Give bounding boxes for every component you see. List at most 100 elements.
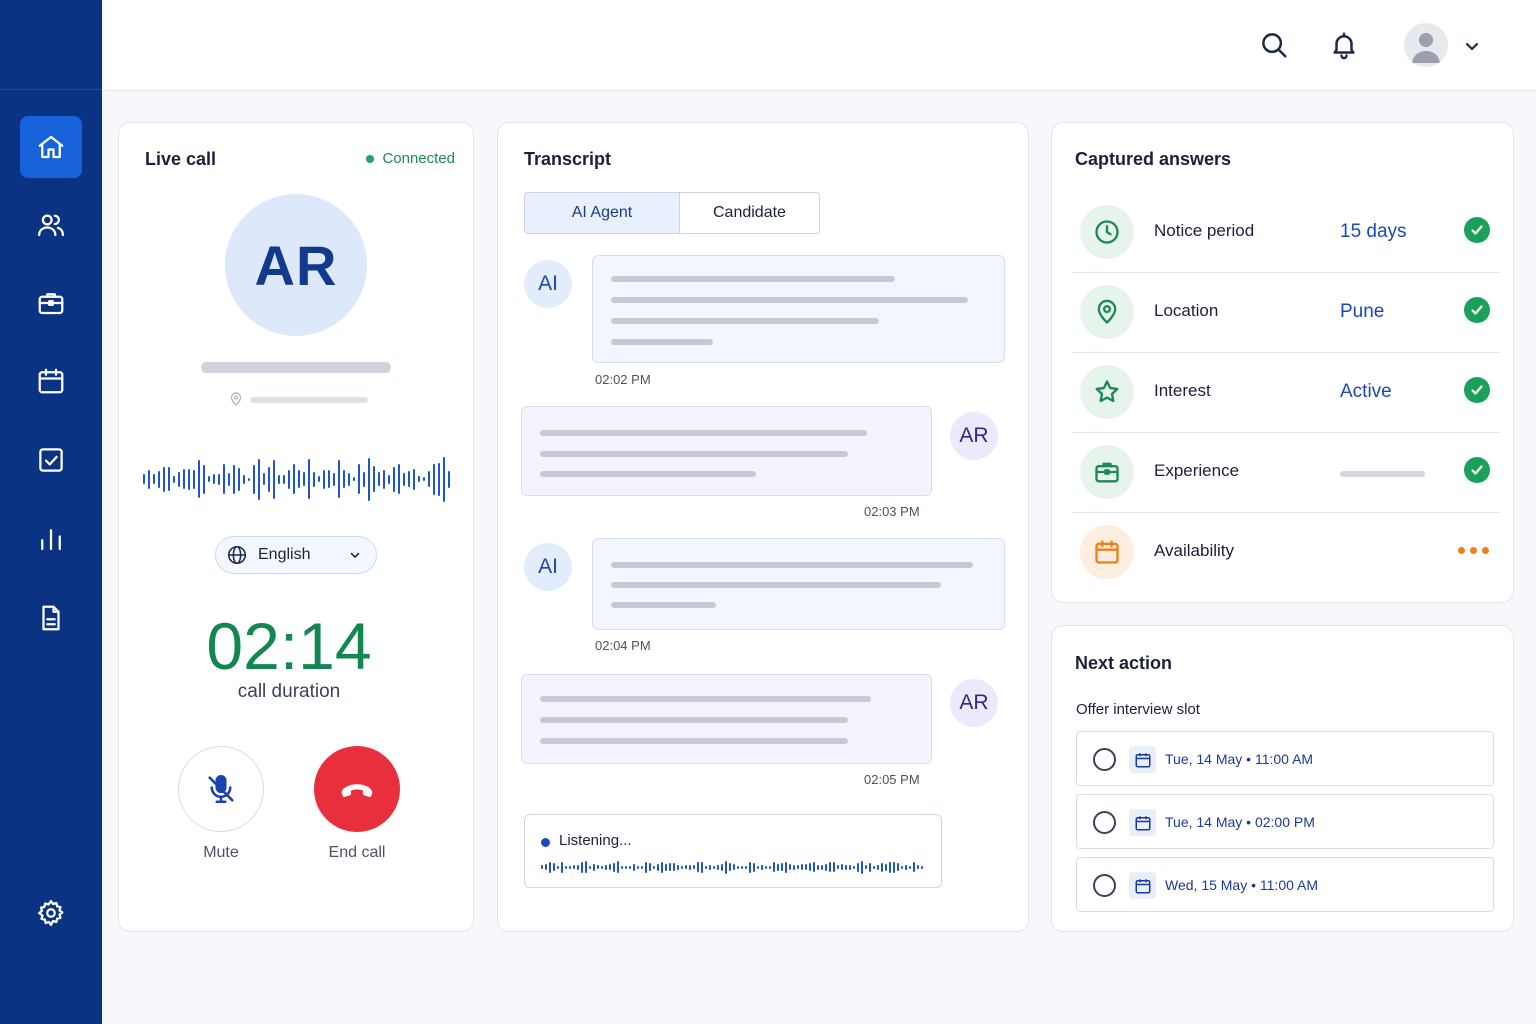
waveform-bar bbox=[841, 864, 843, 870]
waveform-bar bbox=[323, 469, 325, 489]
waveform-bar bbox=[148, 469, 150, 489]
calendar-icon bbox=[38, 368, 64, 394]
waveform-bar bbox=[183, 469, 185, 489]
waveform-bar bbox=[805, 864, 807, 870]
waveform-bar bbox=[853, 865, 855, 869]
mute-button[interactable] bbox=[178, 746, 264, 832]
candidate-avatar: AR bbox=[225, 194, 367, 336]
next-action-title: Next action bbox=[1075, 653, 1173, 673]
calendar-icon bbox=[1080, 525, 1134, 579]
waveform-bar bbox=[837, 865, 839, 869]
tab-ai-agent[interactable]: AI Agent bbox=[525, 193, 680, 233]
star-icon bbox=[1080, 365, 1134, 419]
waveform-bar bbox=[621, 865, 623, 869]
radio-button[interactable] bbox=[1093, 748, 1116, 771]
account-menu-toggle[interactable] bbox=[1462, 36, 1482, 56]
listening-text: Listening... bbox=[559, 832, 632, 849]
notifications-button[interactable] bbox=[1327, 28, 1361, 62]
interview-slot-option[interactable]: Tue, 14 May • 02:00 PM bbox=[1076, 794, 1494, 849]
end-call-button[interactable] bbox=[314, 746, 400, 832]
slot-text: Wed, 15 May • 11:00 AM bbox=[1165, 877, 1319, 893]
pending-dots-icon bbox=[1458, 547, 1489, 554]
home-icon bbox=[38, 135, 64, 159]
waveform-bar bbox=[163, 466, 165, 492]
waveform-bar bbox=[358, 464, 360, 494]
interview-slot-option[interactable]: Wed, 15 May • 11:00 AM bbox=[1076, 857, 1494, 912]
waveform-bar bbox=[283, 474, 285, 484]
interview-slot-option[interactable]: Tue, 14 May • 11:00 AM bbox=[1076, 731, 1494, 786]
waveform-bar bbox=[861, 860, 863, 874]
waveform-bar bbox=[745, 865, 747, 869]
waveform-bar bbox=[777, 863, 779, 871]
end-call-label: End call bbox=[328, 844, 386, 861]
slot-text: Tue, 14 May • 02:00 PM bbox=[1165, 814, 1315, 830]
waveform-bar bbox=[845, 864, 847, 870]
radio-button[interactable] bbox=[1093, 874, 1116, 897]
waveform-bar bbox=[765, 865, 767, 869]
waveform-bar bbox=[617, 861, 619, 873]
sidebar-item-analytics[interactable] bbox=[20, 508, 82, 570]
radio-button[interactable] bbox=[1093, 811, 1116, 834]
sidebar-item-documents[interactable] bbox=[20, 587, 82, 649]
sidebar-item-home[interactable] bbox=[20, 116, 82, 178]
waveform-bar bbox=[889, 861, 891, 873]
waveform-bar bbox=[857, 862, 859, 872]
sidebar-item-calendar[interactable] bbox=[20, 350, 82, 412]
waveform-bar bbox=[303, 472, 305, 486]
waveform-bar bbox=[553, 863, 555, 871]
language-select[interactable]: English bbox=[215, 536, 377, 574]
sidebar-item-jobs[interactable] bbox=[20, 272, 82, 334]
connection-status: Connected bbox=[366, 150, 455, 167]
tab-candidate[interactable]: Candidate bbox=[679, 193, 819, 233]
search-button[interactable] bbox=[1257, 28, 1291, 62]
waveform-bar bbox=[697, 862, 699, 872]
waveform-bar bbox=[801, 864, 803, 870]
language-value: English bbox=[258, 546, 311, 563]
waveform-bar bbox=[168, 467, 170, 491]
ai-agent-avatar: AI bbox=[524, 260, 572, 308]
message-timestamp: 02:05 PM bbox=[864, 772, 920, 787]
waveform-bar bbox=[593, 863, 595, 871]
audio-waveform bbox=[143, 455, 451, 503]
listening-waveform bbox=[541, 860, 927, 874]
check-icon bbox=[1464, 217, 1490, 243]
status-text: Connected bbox=[382, 150, 455, 167]
sidebar-item-candidates[interactable] bbox=[20, 194, 82, 256]
answer-label: Location bbox=[1154, 301, 1219, 320]
answer-row-notice-period: Notice period 15 days bbox=[1072, 193, 1500, 273]
waveform-bar bbox=[363, 471, 365, 487]
check-icon bbox=[1464, 457, 1490, 483]
waveform-bar bbox=[865, 865, 867, 869]
waveform-bar bbox=[873, 865, 875, 869]
waveform-bar bbox=[757, 865, 759, 869]
answer-value: Pune bbox=[1340, 301, 1385, 322]
waveform-bar bbox=[809, 863, 811, 871]
waveform-bar bbox=[741, 865, 743, 869]
transcript-panel: Transcript AI Agent Candidate AI 02:02 P… bbox=[497, 122, 1029, 932]
location-pin-icon bbox=[1080, 285, 1134, 339]
mute-label: Mute bbox=[203, 844, 239, 861]
waveform-bar bbox=[218, 473, 220, 485]
waveform-bar bbox=[581, 861, 583, 873]
next-action-panel: Next action Offer interview slot Tue, 14… bbox=[1051, 625, 1514, 932]
waveform-bar bbox=[893, 861, 895, 873]
waveform-bar bbox=[633, 863, 635, 871]
microphone-icon bbox=[208, 774, 234, 804]
candidate-name-placeholder bbox=[201, 362, 391, 373]
gear-icon bbox=[38, 900, 64, 926]
waveform-bar bbox=[829, 862, 831, 872]
answer-value: 15 days bbox=[1340, 221, 1407, 242]
waveform-bar bbox=[685, 865, 687, 869]
waveform-bar bbox=[661, 861, 663, 873]
answer-row-experience: Experience bbox=[1072, 433, 1500, 513]
waveform-bar bbox=[637, 865, 639, 869]
briefcase-icon bbox=[1080, 445, 1134, 499]
waveform-bar bbox=[203, 464, 205, 494]
sidebar-item-settings[interactable] bbox=[20, 882, 82, 944]
sidebar-item-tasks[interactable] bbox=[20, 429, 82, 491]
waveform-bar bbox=[338, 460, 340, 498]
waveform-bar bbox=[213, 474, 215, 484]
chevron-down-icon bbox=[350, 552, 360, 558]
waveform-bar bbox=[729, 863, 731, 871]
avatar[interactable] bbox=[1404, 23, 1448, 67]
